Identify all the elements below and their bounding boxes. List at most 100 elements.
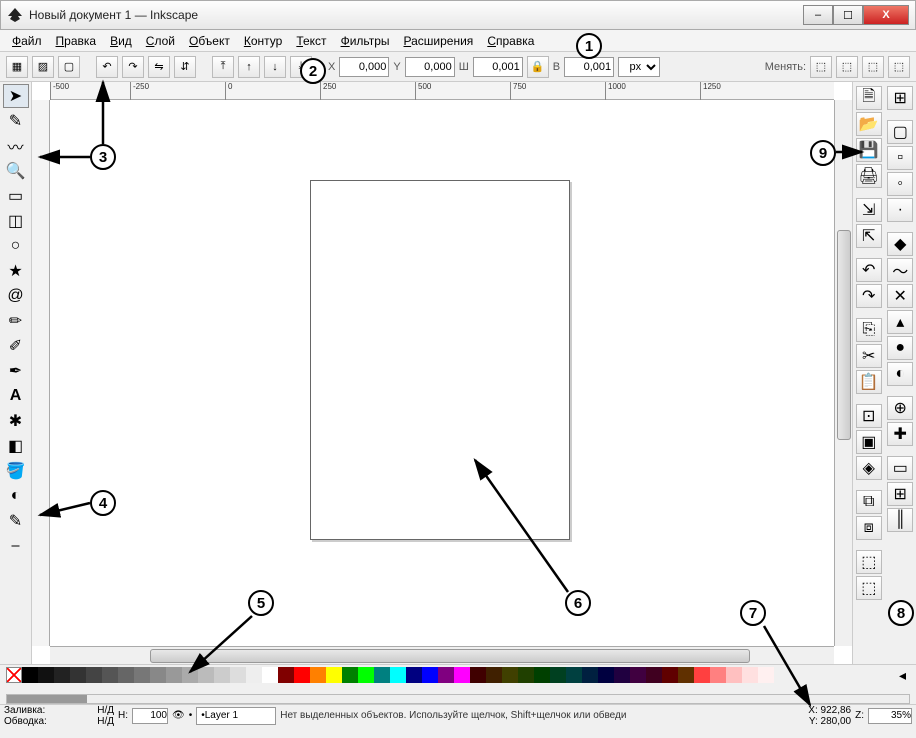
color-swatch[interactable] (438, 667, 454, 683)
snap-cusp[interactable]: ▴ (887, 310, 913, 334)
snap-bbox-corner[interactable]: ◦ (887, 172, 913, 196)
zoom-tool[interactable]: 🔍 (3, 159, 29, 183)
fill-value[interactable]: Н/Д (97, 705, 114, 716)
menu-file[interactable]: Файл (6, 32, 48, 50)
menu-path[interactable]: Контур (238, 32, 288, 50)
new-button[interactable]: 🗎 (856, 86, 882, 110)
zoom-field[interactable] (868, 708, 912, 724)
snap-center[interactable]: ⊕ (887, 396, 913, 420)
color-swatch[interactable] (566, 667, 582, 683)
no-color-swatch[interactable] (6, 667, 22, 683)
color-swatch[interactable] (422, 667, 438, 683)
close-button[interactable]: X (863, 5, 909, 25)
ellipse-tool[interactable]: ○ (3, 234, 29, 258)
affect-pattern-button[interactable]: ⬚ (888, 56, 910, 78)
visibility-icon[interactable]: 👁 (172, 710, 185, 721)
menu-view[interactable]: Вид (104, 32, 138, 50)
paint-bucket-tool[interactable]: 🪣 (3, 459, 29, 483)
menu-text[interactable]: Текст (290, 32, 332, 50)
copy-button[interactable]: ⎘ (856, 318, 882, 342)
menu-layer[interactable]: Слой (140, 32, 181, 50)
color-swatch[interactable] (582, 667, 598, 683)
clone-button[interactable]: ⧈ (856, 516, 882, 540)
lock-layer-icon[interactable]: • (189, 710, 193, 721)
export-button[interactable]: ⇱ (856, 224, 882, 248)
lock-icon[interactable]: 🔒 (527, 56, 549, 78)
stroke-value[interactable]: Н/Д (97, 716, 114, 727)
color-swatch[interactable] (502, 667, 518, 683)
color-swatch[interactable] (246, 667, 262, 683)
snap-node[interactable]: ◆ (887, 232, 913, 256)
zoom-drawing-button[interactable]: ◈ (856, 456, 882, 480)
spray-tool[interactable]: ✱ (3, 409, 29, 433)
color-swatch[interactable] (550, 667, 566, 683)
3dbox-tool[interactable]: ◫ (3, 209, 29, 233)
bezier-tool[interactable]: ✐ (3, 334, 29, 358)
affect-rotate-button[interactable]: ⬚ (862, 56, 884, 78)
snap-intersection[interactable]: ✕ (887, 284, 913, 308)
color-swatch[interactable] (294, 667, 310, 683)
color-swatch[interactable] (726, 667, 742, 683)
maximize-button[interactable]: ☐ (833, 5, 863, 25)
color-swatch[interactable] (470, 667, 486, 683)
scrollbar-horizontal[interactable] (50, 646, 834, 664)
text-tool[interactable]: A (3, 384, 29, 408)
color-swatch[interactable] (678, 667, 694, 683)
h-field[interactable] (564, 57, 614, 77)
menu-filters[interactable]: Фильтры (335, 32, 396, 50)
color-swatch[interactable] (646, 667, 662, 683)
color-swatch[interactable] (742, 667, 758, 683)
flip-v-button[interactable]: ⇵ (174, 56, 196, 78)
color-swatch[interactable] (22, 667, 38, 683)
color-swatch[interactable] (166, 667, 182, 683)
affect-move-button[interactable]: ⬚ (810, 56, 832, 78)
color-swatch[interactable] (694, 667, 710, 683)
snap-toggle[interactable]: ⊞ (887, 86, 913, 110)
cut-button[interactable]: ✂ (856, 344, 882, 368)
snap-page[interactable]: ▭ (887, 456, 913, 480)
redo-button[interactable]: ↷ (856, 284, 882, 308)
x-field[interactable] (339, 57, 389, 77)
flip-h-button[interactable]: ⇋ (148, 56, 170, 78)
zoom-page-button[interactable]: ▣ (856, 430, 882, 454)
color-swatch[interactable] (486, 667, 502, 683)
opacity-field[interactable] (132, 708, 168, 724)
zoom-fit-button[interactable]: ⊡ (856, 404, 882, 428)
affect-scale-button[interactable]: ⬚ (836, 56, 858, 78)
calligraphy-tool[interactable]: ✒ (3, 359, 29, 383)
color-swatch[interactable] (406, 667, 422, 683)
snap-smooth[interactable]: ● (887, 336, 913, 360)
snap-grid[interactable]: ⊞ (887, 482, 913, 506)
color-swatch[interactable] (358, 667, 374, 683)
color-swatch[interactable] (198, 667, 214, 683)
color-swatch[interactable] (278, 667, 294, 683)
ungroup-button[interactable]: ⬚ (856, 576, 882, 600)
color-swatch[interactable] (70, 667, 86, 683)
snap-bbox-midpoint[interactable]: · (887, 198, 913, 222)
units-select[interactable]: px (618, 57, 660, 77)
w-field[interactable] (473, 57, 523, 77)
rotate-cw-button[interactable]: ↷ (122, 56, 144, 78)
selector-tool[interactable]: ➤ (3, 84, 29, 108)
color-swatch[interactable] (454, 667, 470, 683)
color-swatch[interactable] (38, 667, 54, 683)
snap-guide[interactable]: ║ (887, 508, 913, 532)
snap-bbox-edge[interactable]: ▫ (887, 146, 913, 170)
tweak-tool[interactable]: 〰 (3, 134, 29, 158)
spiral-tool[interactable]: @ (3, 284, 29, 308)
color-swatch[interactable] (214, 667, 230, 683)
node-tool[interactable]: ✎ (3, 109, 29, 133)
color-swatch[interactable] (614, 667, 630, 683)
paste-button[interactable]: 📋 (856, 370, 882, 394)
snap-bbox[interactable]: ▢ (887, 120, 913, 144)
scrollbar-vertical[interactable] (834, 100, 852, 646)
snap-midpoint[interactable]: ◐ (887, 362, 913, 386)
rotate-ccw-button[interactable]: ↶ (96, 56, 118, 78)
duplicate-button[interactable]: ⧉ (856, 490, 882, 514)
color-swatch[interactable] (662, 667, 678, 683)
color-swatch[interactable] (102, 667, 118, 683)
color-swatch[interactable] (342, 667, 358, 683)
star-tool[interactable]: ★ (3, 259, 29, 283)
snap-rotation[interactable]: ✚ (887, 422, 913, 446)
gradient-tool[interactable]: ◐ (3, 484, 29, 508)
